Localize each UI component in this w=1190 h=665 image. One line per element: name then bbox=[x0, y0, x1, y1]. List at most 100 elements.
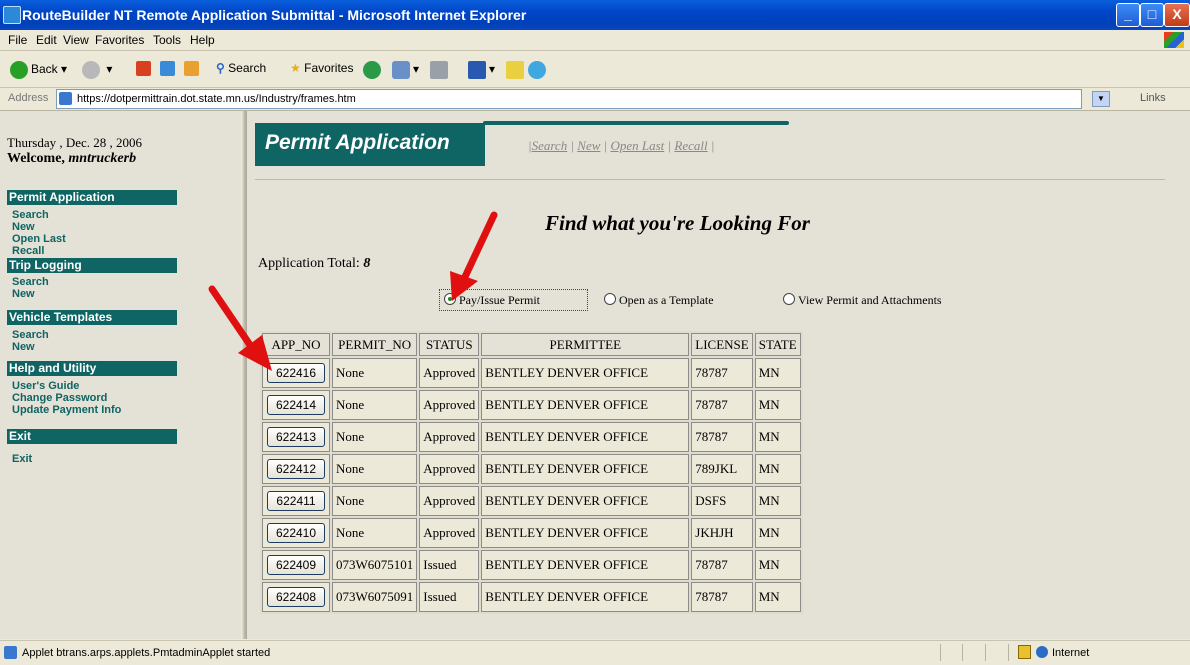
banner-link-open-last[interactable]: Open Last bbox=[610, 138, 664, 153]
table-row: 622413 None Approved BENTLEY DENVER OFFI… bbox=[262, 422, 801, 452]
discuss-icon bbox=[506, 61, 524, 79]
frame-splitter[interactable] bbox=[241, 111, 247, 639]
search-button[interactable]: ⚲ Search bbox=[216, 61, 266, 75]
forward-arrow-icon bbox=[82, 61, 100, 79]
sidebar-item-change-password[interactable]: Change Password bbox=[12, 392, 107, 404]
minimize-button[interactable]: _ bbox=[1116, 3, 1140, 27]
favorites-button[interactable]: ★ Favorites bbox=[290, 61, 353, 75]
menu-favorites[interactable]: Favorites bbox=[95, 33, 144, 47]
close-button[interactable]: X bbox=[1164, 3, 1190, 27]
app-no-button[interactable]: 622413 bbox=[267, 427, 325, 447]
app-no-button[interactable]: 622409 bbox=[267, 555, 325, 575]
status-cell: Approved bbox=[419, 390, 480, 420]
license-cell: 78787 bbox=[691, 582, 753, 612]
refresh-button[interactable] bbox=[160, 61, 178, 77]
sidebar-item-users-guide[interactable]: User's Guide bbox=[12, 380, 79, 392]
permittee-cell: BENTLEY DENVER OFFICE bbox=[481, 358, 690, 388]
address-input[interactable]: https://dotpermittrain.dot.state.mn.us/I… bbox=[56, 89, 1082, 109]
app-no-cell: 622409 bbox=[262, 550, 330, 580]
maximize-button[interactable]: □ bbox=[1140, 3, 1164, 27]
state-cell: MN bbox=[754, 582, 801, 612]
app-no-cell: 622413 bbox=[262, 422, 330, 452]
links-button[interactable]: Links bbox=[1140, 92, 1166, 104]
banner-link-recall[interactable]: Recall bbox=[674, 138, 707, 153]
permit-no-cell: 073W6075101 bbox=[332, 550, 418, 580]
sidebar-item-trip-search[interactable]: Search bbox=[12, 276, 49, 288]
menu-file[interactable]: File bbox=[8, 33, 27, 47]
app-no-button[interactable]: 622411 bbox=[267, 491, 325, 511]
banner-link-search[interactable]: Search bbox=[532, 138, 568, 153]
current-date: Thursday , Dec. 28 , 2006 bbox=[7, 135, 143, 150]
banner-link-new[interactable]: New bbox=[577, 138, 600, 153]
print-button[interactable] bbox=[430, 61, 451, 79]
table-row: 622408 073W6075091 Issued BENTLEY DENVER… bbox=[262, 582, 801, 612]
messenger-icon bbox=[528, 61, 546, 79]
home-button[interactable] bbox=[184, 61, 202, 77]
menu-edit[interactable]: Edit bbox=[36, 33, 57, 47]
history-button[interactable] bbox=[363, 61, 384, 79]
status-divider bbox=[940, 644, 941, 661]
back-button[interactable]: Back ▾ bbox=[10, 61, 67, 79]
annotation-arrow-app-no bbox=[208, 285, 272, 371]
address-bar: Address https://dotpermittrain.dot.state… bbox=[0, 88, 1190, 111]
app-no-button[interactable]: 622410 bbox=[267, 523, 325, 543]
status-cell: Approved bbox=[419, 454, 480, 484]
app-no-button[interactable]: 622414 bbox=[267, 395, 325, 415]
forward-button[interactable]: ▾ bbox=[82, 61, 112, 79]
sidebar-item-vehicle-search[interactable]: Search bbox=[12, 329, 49, 341]
menu-tools[interactable]: Tools bbox=[153, 33, 181, 47]
permittee-cell: BENTLEY DENVER OFFICE bbox=[481, 422, 690, 452]
state-cell: MN bbox=[754, 390, 801, 420]
permittee-cell: BENTLEY DENVER OFFICE bbox=[481, 582, 690, 612]
section-permit-application: Permit Application bbox=[7, 190, 177, 205]
applications-table: APP_NO PERMIT_NO STATUS PERMITTEE LICENS… bbox=[260, 331, 803, 614]
menu-view[interactable]: View bbox=[63, 33, 89, 47]
stop-button[interactable] bbox=[136, 61, 154, 77]
permittee-cell: BENTLEY DENVER OFFICE bbox=[481, 390, 690, 420]
address-dropdown-button[interactable]: ▼ bbox=[1092, 91, 1110, 107]
section-vehicle-templates: Vehicle Templates bbox=[7, 310, 177, 325]
sidebar-item-permit-new[interactable]: New bbox=[12, 221, 35, 233]
column-header-license: LICENSE bbox=[691, 333, 753, 356]
welcome-text: Welcome, mntruckerb bbox=[7, 151, 137, 166]
mail-icon bbox=[392, 61, 410, 79]
app-no-button[interactable]: 622408 bbox=[267, 587, 325, 607]
discuss-button[interactable] bbox=[506, 61, 527, 79]
sidebar-item-permit-search[interactable]: Search bbox=[12, 209, 49, 221]
permit-no-cell: 073W6075091 bbox=[332, 582, 418, 612]
status-divider bbox=[985, 644, 986, 661]
app-no-button[interactable]: 622412 bbox=[267, 459, 325, 479]
back-arrow-icon bbox=[10, 61, 28, 79]
table-row: 622414 None Approved BENTLEY DENVER OFFI… bbox=[262, 390, 801, 420]
messenger-button[interactable] bbox=[528, 61, 549, 79]
app-no-cell: 622408 bbox=[262, 582, 330, 612]
permittee-cell: BENTLEY DENVER OFFICE bbox=[481, 454, 690, 484]
edit-button[interactable]: ▾ bbox=[468, 61, 495, 79]
radio-view-permit-attachments[interactable]: View Permit and Attachments bbox=[783, 293, 942, 308]
permit-no-cell: None bbox=[332, 390, 418, 420]
toolbar: Back ▾ ▾ ⚲ Search ★ Favorites ▾ ▾ bbox=[0, 51, 1190, 88]
section-help-utility: Help and Utility bbox=[7, 361, 177, 376]
sidebar-item-update-payment[interactable]: Update Payment Info bbox=[12, 404, 121, 416]
permit-no-cell: None bbox=[332, 358, 418, 388]
state-cell: MN bbox=[754, 422, 801, 452]
menu-help[interactable]: Help bbox=[190, 33, 215, 47]
state-cell: MN bbox=[754, 518, 801, 548]
radio-dot bbox=[783, 293, 795, 305]
banner-links: |Search | New | Open Last | Recall | bbox=[528, 138, 715, 153]
state-cell: MN bbox=[754, 550, 801, 580]
license-cell: 78787 bbox=[691, 390, 753, 420]
status-cell: Approved bbox=[419, 486, 480, 516]
radio-open-as-template[interactable]: Open as a Template bbox=[604, 293, 714, 308]
license-cell: 789JKL bbox=[691, 454, 753, 484]
address-url: https://dotpermittrain.dot.state.mn.us/I… bbox=[77, 93, 356, 105]
search-icon: ⚲ bbox=[216, 61, 225, 75]
sidebar-item-permit-recall[interactable]: Recall bbox=[12, 245, 44, 257]
app-no-cell: 622410 bbox=[262, 518, 330, 548]
sidebar-item-exit[interactable]: Exit bbox=[12, 453, 32, 465]
sidebar-item-vehicle-new[interactable]: New bbox=[12, 341, 35, 353]
permit-no-cell: None bbox=[332, 422, 418, 452]
sidebar-item-permit-open-last[interactable]: Open Last bbox=[12, 233, 66, 245]
sidebar-item-trip-new[interactable]: New bbox=[12, 288, 35, 300]
mail-button[interactable]: ▾ bbox=[392, 61, 419, 79]
